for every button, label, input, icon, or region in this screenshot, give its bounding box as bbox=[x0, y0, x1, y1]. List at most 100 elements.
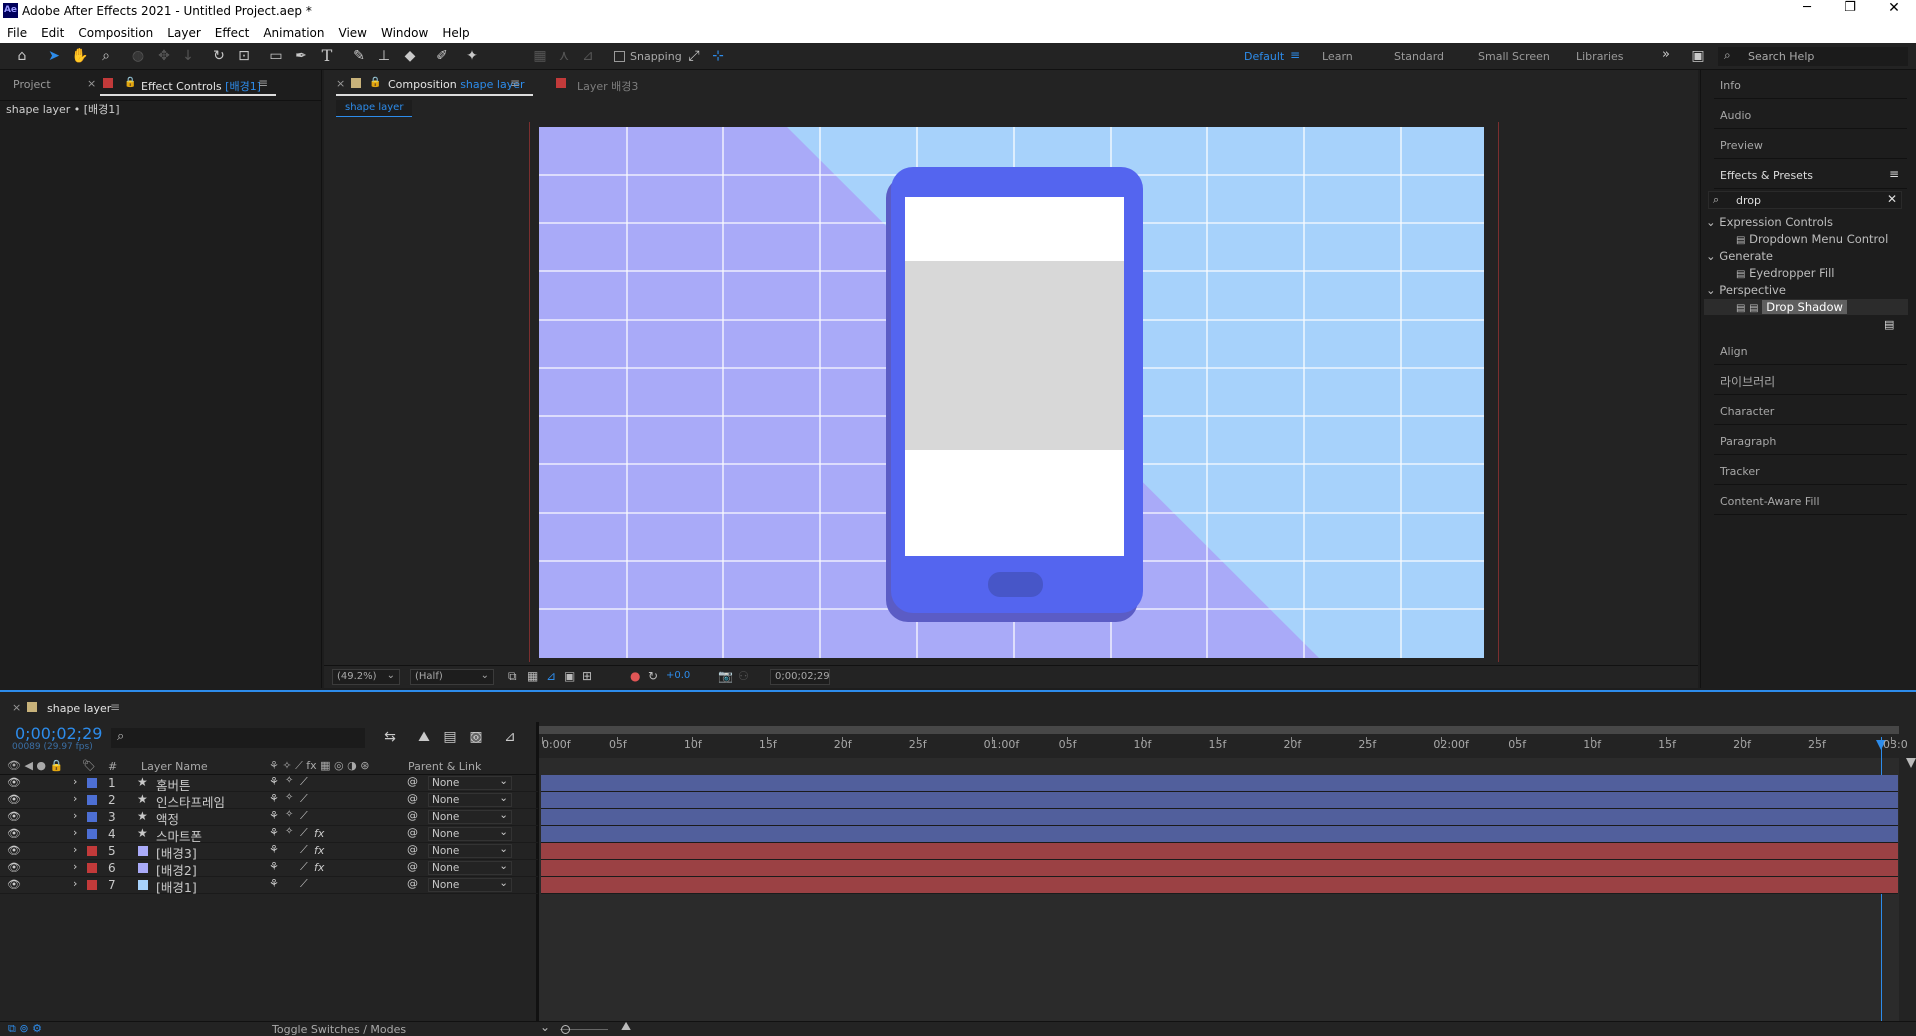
toggle-switches-modes[interactable]: Toggle Switches / Modes bbox=[272, 1023, 406, 1036]
orbit-tool-icon[interactable]: ◍ bbox=[128, 47, 148, 65]
axis-world-icon[interactable]: ⋏ bbox=[554, 47, 574, 65]
expand-chevron-icon[interactable]: › bbox=[73, 860, 77, 873]
collapse-switch-icon[interactable]: ✧ bbox=[285, 809, 293, 820]
quality-switch-icon[interactable]: ⟋ bbox=[300, 809, 308, 823]
search-help-field[interactable]: ⌕ Search Help bbox=[1718, 47, 1908, 66]
close-window-icon[interactable]: ✕ bbox=[1882, 0, 1906, 20]
panel-audio[interactable]: Audio bbox=[1714, 100, 1907, 129]
menu-effect[interactable]: Effect bbox=[208, 23, 257, 40]
transparency-grid-icon[interactable]: ▦ bbox=[527, 669, 538, 683]
panel-content-aware-fill[interactable]: Content-Aware Fill bbox=[1714, 486, 1907, 515]
shy-switch-icon[interactable]: ⚘ bbox=[269, 792, 279, 805]
shy-switch-icon[interactable]: ⚘ bbox=[269, 860, 279, 873]
layer-row[interactable]: 👁 › 5 [배경3] ⚘ ⟋ fx @ None ⌄ bbox=[0, 843, 538, 861]
guides-options-icon[interactable]: ⊞ bbox=[582, 669, 592, 683]
layer-row[interactable]: 👁 › 1 ★ 홈버튼 ⚘ ✧ ⟋ @ None ⌄ bbox=[0, 775, 538, 793]
layer-duration-bar[interactable] bbox=[541, 860, 1898, 877]
current-time-display[interactable]: 0;00;02;29 bbox=[770, 669, 830, 685]
snapping-checkbox[interactable] bbox=[614, 51, 625, 62]
snap-features-icon[interactable]: ⊹ bbox=[708, 47, 728, 65]
eye-icon[interactable]: 👁 bbox=[7, 776, 21, 789]
panel-library[interactable]: 라이브러리 bbox=[1714, 366, 1907, 395]
rotate-tool-icon[interactable]: ↻ bbox=[209, 47, 229, 65]
workspace-learn[interactable]: Learn bbox=[1322, 50, 1353, 63]
tree-folder-perspective[interactable]: ⌄ Perspective bbox=[1706, 283, 1786, 297]
layer-row[interactable]: 👁 › 3 ★ 액정 ⚘ ✧ ⟋ @ None ⌄ bbox=[0, 809, 538, 827]
workspace-sync-icon[interactable]: ▣ bbox=[1688, 47, 1708, 65]
resolution-dropdown[interactable]: (Half) ⌄ bbox=[410, 669, 494, 685]
mask-visibility-icon[interactable]: ⊿ bbox=[546, 669, 556, 683]
eraser-tool-icon[interactable]: ◆ bbox=[400, 47, 420, 65]
panel-menu-icon[interactable]: ≡ bbox=[258, 76, 268, 90]
parent-pickwhip-icon[interactable]: @ bbox=[407, 843, 418, 856]
workspace-standard[interactable]: Standard bbox=[1394, 50, 1444, 63]
tree-item-eyedropper-fill[interactable]: ▤ Eyedropper Fill bbox=[1736, 266, 1835, 280]
puppet-tool-icon[interactable]: ✦ bbox=[462, 47, 482, 65]
tree-item-dropdown-menu-control[interactable]: ▤ Dropdown Menu Control bbox=[1736, 232, 1888, 246]
close-tab-icon[interactable]: × bbox=[87, 77, 96, 90]
layer-duration-bar[interactable] bbox=[541, 792, 1898, 809]
lock-icon[interactable]: 🔒 bbox=[124, 77, 136, 88]
layer-row[interactable]: 👁 › 7 [배경1] ⚘ ⟋ @ None ⌄ bbox=[0, 877, 538, 895]
expand-chevron-icon[interactable]: › bbox=[73, 826, 77, 839]
menu-help[interactable]: Help bbox=[435, 23, 476, 40]
menu-file[interactable]: File bbox=[0, 23, 34, 40]
layer-duration-bar[interactable] bbox=[541, 843, 1898, 860]
layer-duration-bar[interactable] bbox=[541, 775, 1898, 792]
column-layer-name[interactable]: Layer Name bbox=[141, 760, 208, 773]
collapse-switch-icon[interactable]: ✧ bbox=[285, 775, 293, 786]
motion-blur-icon[interactable]: ◎ bbox=[466, 728, 486, 746]
eye-icon[interactable]: 👁 bbox=[7, 844, 21, 857]
fx-switch-icon[interactable]: fx bbox=[314, 827, 324, 840]
fx-switch-icon[interactable]: fx bbox=[314, 861, 324, 874]
expand-chevron-icon[interactable]: › bbox=[73, 775, 77, 788]
quality-switch-icon[interactable]: ⟋ bbox=[300, 860, 308, 874]
clear-search-icon[interactable]: ✕ bbox=[1887, 192, 1897, 206]
parent-pickwhip-icon[interactable]: @ bbox=[407, 792, 418, 805]
quality-switch-icon[interactable]: ⟋ bbox=[300, 877, 308, 891]
zoom-tool-icon[interactable]: ⌕ bbox=[96, 47, 116, 65]
eye-icon[interactable]: 👁 bbox=[7, 793, 21, 806]
collapse-switch-icon[interactable]: ✧ bbox=[285, 826, 293, 837]
snapshot-icon[interactable]: 📷 bbox=[718, 669, 733, 683]
tree-item-drop-shadow[interactable]: ▤ ▤ Drop Shadow bbox=[1736, 300, 1847, 314]
comp-panel-menu-icon[interactable]: ≡ bbox=[510, 76, 520, 90]
panel-tracker[interactable]: Tracker bbox=[1714, 456, 1907, 485]
fast-preview-icon[interactable]: ⧉ bbox=[508, 669, 517, 684]
hand-tool-icon[interactable]: ✋ bbox=[70, 47, 90, 65]
panel-character[interactable]: Character bbox=[1714, 396, 1907, 425]
workspace-small-screen[interactable]: Small Screen bbox=[1478, 50, 1550, 63]
tree-folder-generate[interactable]: ⌄ Generate bbox=[1706, 249, 1773, 263]
channel-rgb-icon[interactable]: ● bbox=[630, 669, 640, 683]
menu-animation[interactable]: Animation bbox=[256, 23, 331, 40]
shy-switch-icon[interactable]: ⚘ bbox=[269, 843, 279, 856]
layer-duration-bar[interactable] bbox=[541, 809, 1898, 826]
current-time[interactable]: 0;00;02;29 bbox=[15, 724, 102, 743]
layer-row[interactable]: 👁 › 2 ★ 인스타프레임 ⚘ ✧ ⟋ @ None ⌄ bbox=[0, 792, 538, 810]
zoom-in-icon[interactable]: ⛰ bbox=[621, 1019, 631, 1034]
axis-view-icon[interactable]: ⊿ bbox=[578, 47, 598, 65]
tab-timeline[interactable]: shape layer bbox=[47, 702, 111, 715]
render-time-icon[interactable]: ⧉ ⊚ ⚙ bbox=[8, 1022, 42, 1036]
type-tool-icon[interactable]: T bbox=[317, 47, 337, 65]
layer-label-color[interactable] bbox=[87, 846, 97, 856]
zoom-out-icon[interactable]: ⌄ bbox=[540, 1020, 550, 1034]
eye-icon[interactable]: 👁 bbox=[7, 878, 21, 891]
parent-pickwhip-icon[interactable]: @ bbox=[407, 809, 418, 822]
menu-edit[interactable]: Edit bbox=[34, 23, 71, 40]
graph-editor-icon[interactable]: ⊿ bbox=[500, 728, 520, 746]
parent-dropdown[interactable]: None ⌄ bbox=[428, 860, 512, 875]
minimize-icon[interactable]: ─ bbox=[1795, 0, 1819, 20]
close-timeline-tab-icon[interactable]: × bbox=[12, 701, 21, 714]
parent-dropdown[interactable]: None ⌄ bbox=[428, 877, 512, 892]
parent-dropdown[interactable]: None ⌄ bbox=[428, 843, 512, 858]
roto-brush-tool-icon[interactable]: ✐ bbox=[432, 47, 452, 65]
expand-chevron-icon[interactable]: › bbox=[73, 843, 77, 856]
layer-label-color[interactable] bbox=[87, 778, 97, 788]
tree-folder-expression-controls[interactable]: ⌄ Expression Controls bbox=[1706, 215, 1833, 229]
panel-align[interactable]: Align bbox=[1714, 336, 1907, 365]
layer-label-color[interactable] bbox=[87, 829, 97, 839]
shy-switch-icon[interactable]: ⚘ bbox=[269, 809, 279, 822]
zoom-dropdown[interactable]: (49.2%) ⌄ bbox=[332, 669, 400, 685]
tab-effect-controls[interactable]: Effect Controls [배경1] bbox=[141, 78, 261, 94]
